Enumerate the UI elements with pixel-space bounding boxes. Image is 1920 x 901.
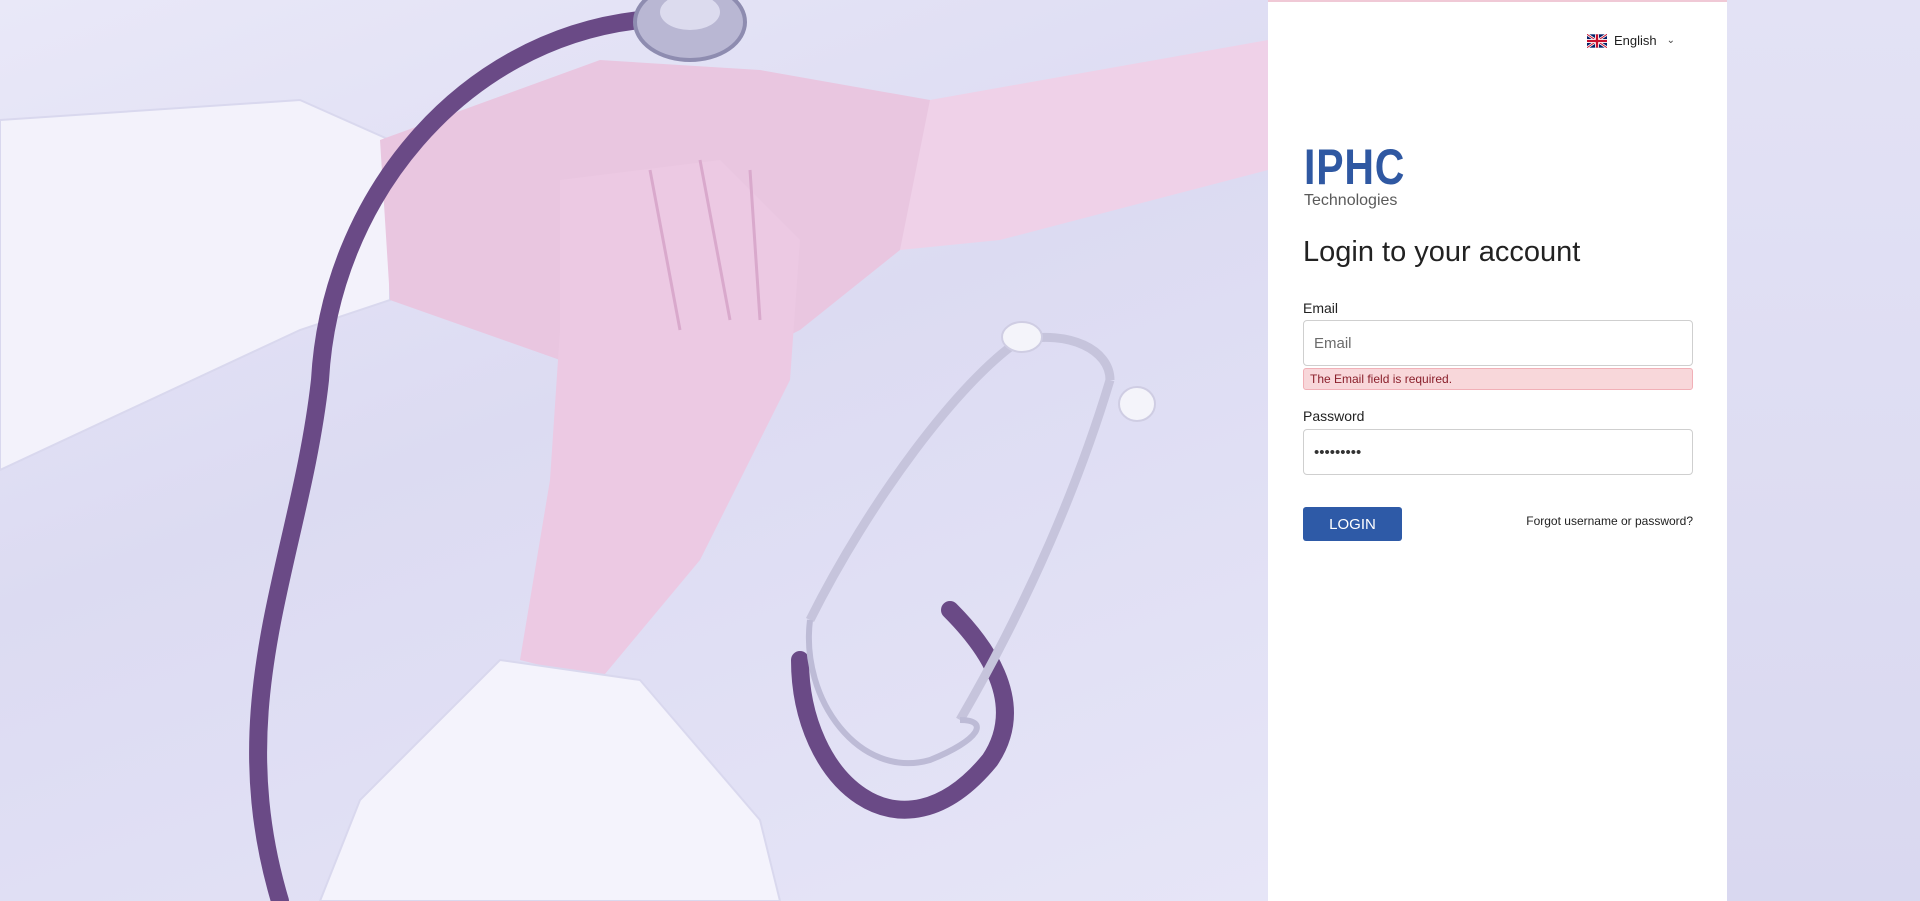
brand-name: IPHC bbox=[1304, 139, 1406, 195]
password-field[interactable] bbox=[1303, 429, 1693, 475]
password-label: Password bbox=[1303, 408, 1365, 424]
right-background bbox=[1727, 0, 1920, 901]
email-error-message: The Email field is required. bbox=[1303, 368, 1693, 390]
page-title: Login to your account bbox=[1303, 236, 1581, 268]
brand-logo: IPHC Technologies bbox=[1304, 139, 1427, 210]
hero-image bbox=[0, 0, 1268, 901]
login-page: English ⌄ IPHC Technologies Login to you… bbox=[0, 0, 1920, 901]
language-selector[interactable]: English ⌄ bbox=[1587, 33, 1675, 48]
forgot-password-link[interactable]: Forgot username or password? bbox=[1526, 514, 1693, 528]
language-label: English bbox=[1614, 33, 1657, 48]
doctor-hands-stethoscope-illustration bbox=[0, 0, 1268, 901]
login-card: English ⌄ IPHC Technologies Login to you… bbox=[1268, 0, 1727, 901]
uk-flag-icon bbox=[1587, 33, 1607, 48]
email-label: Email bbox=[1303, 300, 1339, 316]
chevron-down-icon: ⌄ bbox=[1666, 35, 1676, 46]
email-field[interactable] bbox=[1303, 320, 1693, 366]
login-button[interactable]: LOGIN bbox=[1303, 507, 1402, 541]
